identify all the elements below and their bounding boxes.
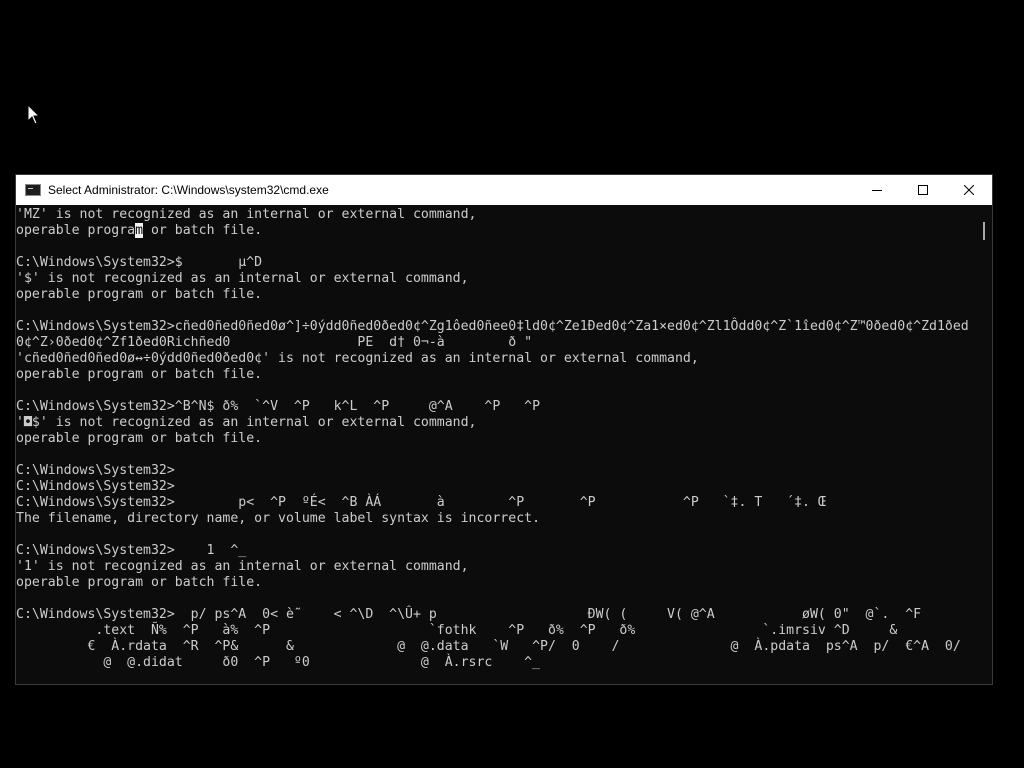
cmd-icon[interactable] bbox=[25, 184, 41, 196]
mouse-pointer-icon bbox=[27, 104, 41, 125]
cmd-window[interactable]: Select Administrator: C:\Windows\system3… bbox=[15, 174, 993, 685]
console-line: '◘$' is not recognized as an internal or… bbox=[16, 415, 477, 430]
console-line: C:\Windows\System32> p/ ps^A 0< è˜ < ^\D… bbox=[16, 607, 922, 622]
scrollbar-thumb[interactable] bbox=[983, 222, 985, 240]
console-line: C:\Windows\System32> bbox=[16, 463, 175, 478]
console-line: operable program or batch file. bbox=[16, 575, 263, 590]
console-line: 'MZ' is not recognized as an internal or… bbox=[16, 207, 477, 222]
console-text: or batch file. bbox=[143, 223, 263, 238]
desktop: Select Administrator: C:\Windows\system3… bbox=[0, 0, 1024, 768]
close-icon bbox=[964, 185, 974, 195]
console-line: '$' is not recognized as an internal or … bbox=[16, 271, 469, 286]
maximize-button[interactable] bbox=[900, 175, 946, 205]
maximize-icon bbox=[918, 185, 928, 195]
text-selection[interactable]: m bbox=[135, 223, 144, 238]
console-line: 'cñed0ñed0ñed0ø↔÷0ýdd0ñed0ðed0¢' is not … bbox=[16, 351, 699, 366]
console-text: operable progra bbox=[16, 223, 136, 238]
console-line: C:\Windows\System32>^B^N$ ð% `^V ^P k^L … bbox=[16, 399, 541, 414]
minimize-icon bbox=[872, 190, 882, 191]
title-bar[interactable]: Select Administrator: C:\Windows\system3… bbox=[16, 175, 992, 205]
console-line: C:\Windows\System32>$ µ^D bbox=[16, 255, 263, 270]
console-line: operable program or batch file. bbox=[16, 431, 263, 446]
console-line: C:\Windows\System32> p< ^P ºÉ< ^B ÀÁ à ^… bbox=[16, 495, 826, 510]
console-line: .text Ñ% ^P à% ^P `fothk ^P ð% ^P ð% `.i… bbox=[16, 623, 898, 638]
console-line: @ @.didat ð0 ^P º0 @ À.rsrc ^_ bbox=[16, 655, 541, 670]
console-line: 0¢^Z›0ðed0¢^Zf1ðed0Richñed0 PE d† 0¬-à ð… bbox=[16, 335, 533, 350]
console-line: C:\Windows\System32> bbox=[16, 479, 175, 494]
window-title: Select Administrator: C:\Windows\system3… bbox=[48, 183, 329, 197]
window-controls bbox=[854, 175, 992, 205]
console-line: C:\Windows\System32>cñed0ñed0ñed0ø^]÷0ýd… bbox=[16, 319, 969, 334]
minimize-button[interactable] bbox=[854, 175, 900, 205]
close-button[interactable] bbox=[946, 175, 992, 205]
console-line: The filename, directory name, or volume … bbox=[16, 511, 541, 526]
console-line: operable program or batch file. bbox=[16, 367, 263, 382]
console-line-selected: operable program or batch file. bbox=[16, 223, 262, 239]
console-line: '1' is not recognized as an internal or … bbox=[16, 559, 469, 574]
console-line: € À.rdata ^R ^P& & @ @.data `W ^P/ 0 / @… bbox=[16, 639, 961, 654]
vertical-scrollbar[interactable] bbox=[976, 206, 992, 684]
console-line: C:\Windows\System32> 1 ^_ bbox=[16, 543, 247, 558]
console-output[interactable]: 'MZ' is not recognized as an internal or… bbox=[16, 206, 976, 684]
console-line: operable program or batch file. bbox=[16, 287, 263, 302]
